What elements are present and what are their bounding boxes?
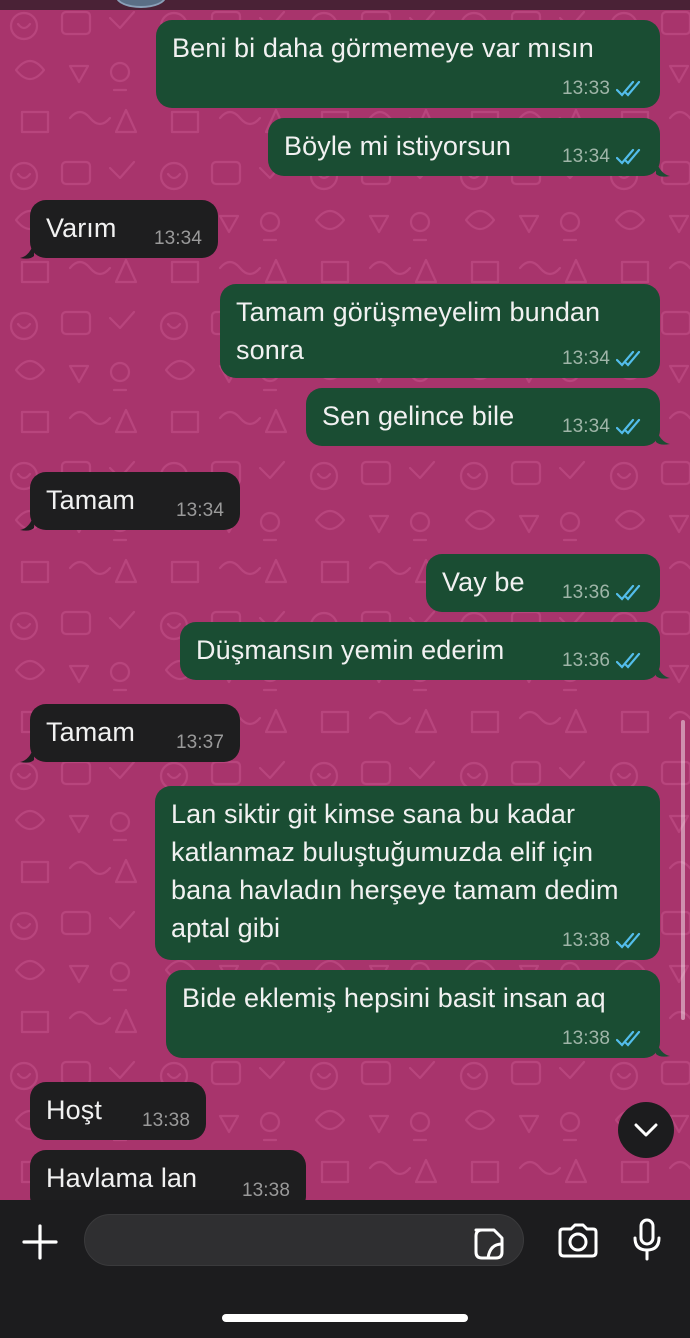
plus-icon[interactable]: [20, 1222, 60, 1262]
chat-area[interactable]: Beni bi daha görmemeye var mısın 13:33 B…: [0, 0, 690, 1200]
message-time: 13:38: [561, 930, 610, 951]
message-time: 13:37: [175, 732, 224, 753]
bubble-tail: [656, 428, 670, 445]
message-bubble-outgoing[interactable]: Tamam görüşmeyelim bundan sonra 13:34: [220, 284, 660, 378]
message-meta: 13:34: [562, 146, 644, 168]
bubble-tail: [656, 1040, 670, 1057]
scrollbar[interactable]: [681, 720, 685, 1020]
message-time: 13:34: [561, 348, 610, 369]
message-time: 13:38: [241, 1180, 290, 1200]
message-bubble-outgoing[interactable]: Sen gelince bile 13:34: [306, 388, 660, 446]
message-bubble-outgoing[interactable]: Böyle mi istiyorsun 13:34: [268, 118, 660, 176]
microphone-icon[interactable]: [632, 1218, 662, 1262]
message-text: Lan siktir git kimse sana bu kadar katla…: [171, 799, 619, 943]
double-check-icon: [616, 1030, 641, 1047]
message-time: 13:34: [153, 228, 202, 249]
double-check-icon: [616, 148, 641, 165]
scroll-to-bottom-button[interactable]: [618, 1102, 674, 1158]
message-meta: 13:38: [142, 1110, 190, 1132]
double-check-icon: [616, 80, 641, 97]
message-time: 13:38: [561, 1028, 610, 1049]
message-bubble-incoming[interactable]: Hoşt 13:38: [30, 1082, 206, 1140]
message-meta: 13:38: [562, 930, 644, 952]
message-time: 13:38: [141, 1110, 190, 1131]
bubble-tail: [656, 160, 670, 177]
message-bubble-incoming[interactable]: Varım 13:34: [30, 200, 218, 258]
top-header-edge: [0, 0, 690, 10]
message-time: 13:34: [561, 146, 610, 167]
double-check-icon: [616, 418, 641, 435]
message-bubble-outgoing[interactable]: Vay be 13:36: [426, 554, 660, 612]
message-meta: 13:34: [562, 416, 644, 438]
message-meta: 13:34: [562, 348, 644, 370]
message-bubble-outgoing[interactable]: Bide eklemiş hepsini basit insan aq 13:3…: [166, 970, 660, 1058]
message-bubble-outgoing[interactable]: Lan siktir git kimse sana bu kadar katla…: [155, 786, 660, 960]
home-indicator: [222, 1314, 468, 1322]
double-check-icon: [616, 584, 641, 601]
message-bubble-incoming[interactable]: Havlama lan 13:38: [30, 1150, 306, 1200]
bubble-tail: [20, 746, 34, 763]
message-text: Beni bi daha görmemeye var mısın: [172, 33, 594, 63]
bubble-tail: [656, 662, 670, 679]
message-time: 13:36: [561, 650, 610, 671]
bubble-tail: [20, 242, 34, 259]
message-time: 13:34: [175, 500, 224, 521]
message-bubble-incoming[interactable]: Tamam 13:37: [30, 704, 240, 762]
message-meta: 13:34: [176, 500, 224, 522]
message-meta: 13:37: [176, 732, 224, 754]
message-bubble-outgoing[interactable]: Düşmansın yemin ederim 13:36: [180, 622, 660, 680]
double-check-icon: [616, 652, 641, 669]
message-meta: 13:33: [562, 78, 644, 100]
message-meta: 13:38: [562, 1028, 644, 1050]
message-time: 13:33: [561, 78, 610, 99]
message-meta: 13:34: [154, 228, 202, 250]
bubble-tail: [20, 514, 34, 531]
chevron-down-icon: [634, 1123, 658, 1137]
message-input[interactable]: [103, 1215, 467, 1267]
message-time: 13:34: [561, 416, 610, 437]
message-text: Bide eklemiş hepsini basit insan aq: [182, 983, 606, 1013]
message-meta: 13:36: [562, 582, 644, 604]
message-bubble-incoming[interactable]: Tamam 13:34: [30, 472, 240, 530]
camera-icon[interactable]: [556, 1222, 600, 1260]
double-check-icon: [616, 932, 641, 949]
message-input-container[interactable]: [84, 1214, 524, 1267]
sticker-icon[interactable]: [470, 1226, 506, 1262]
message-meta: 13:38: [242, 1180, 290, 1200]
message-meta: 13:36: [562, 650, 644, 672]
double-check-icon: [616, 350, 641, 367]
message-bubble-outgoing[interactable]: Beni bi daha görmemeye var mısın 13:33: [156, 20, 660, 108]
message-time: 13:36: [561, 582, 610, 603]
